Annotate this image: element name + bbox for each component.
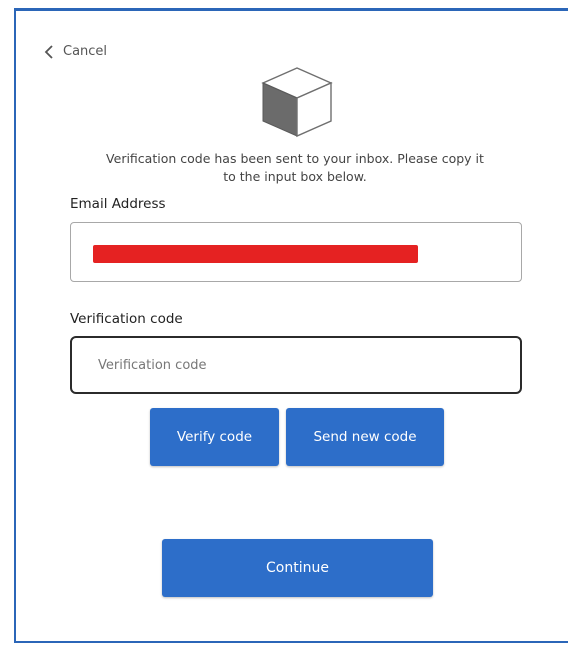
verification-code-label: Verification code [70,311,183,327]
email-label: Email Address [70,196,166,212]
message-line-1: Verification code has been sent to your … [106,151,484,166]
cube-icon [261,67,333,138]
continue-button[interactable]: Continue [162,539,433,597]
email-field[interactable] [70,222,522,282]
chevron-left-icon [44,44,53,59]
verification-message: Verification code has been sent to your … [60,150,530,186]
cancel-label: Cancel [63,44,108,59]
verify-code-button[interactable]: Verify code [150,408,279,466]
verification-code-input[interactable] [70,336,522,394]
message-line-2: to the input box below. [223,169,367,184]
redaction-bar [93,245,418,263]
cancel-link[interactable]: Cancel [44,44,107,59]
send-new-code-button[interactable]: Send new code [286,408,444,466]
